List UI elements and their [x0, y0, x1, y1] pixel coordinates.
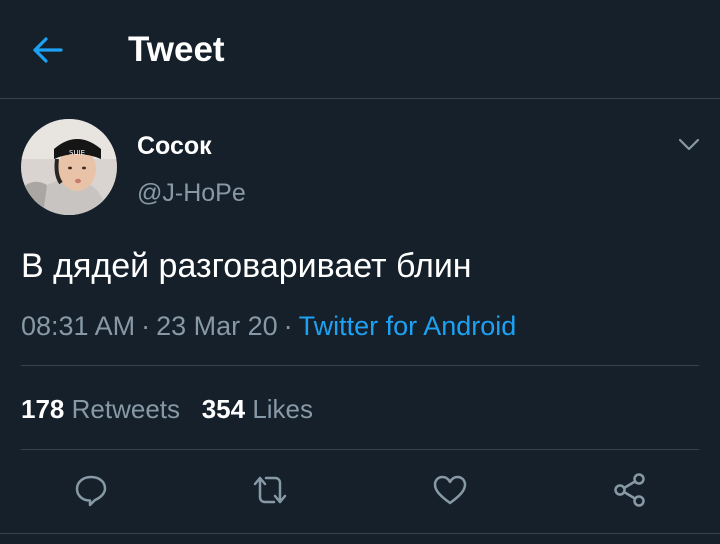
meta-separator: · [283, 311, 293, 341]
share-icon [614, 473, 645, 507]
chevron-down-icon [678, 138, 700, 151]
page-title: Tweet [128, 30, 225, 69]
retweets-count: 178 [21, 394, 65, 424]
likes-count: 354 [201, 394, 246, 424]
tweet-meta: 08:31 AM · 23 Mar 20 · Twitter for Android [21, 309, 516, 343]
meta-separator: · [141, 311, 151, 341]
tweet-text: В дядей разговаривает блин [21, 247, 472, 285]
tweet-stats: 178 Retweets 354 Likes [21, 393, 313, 425]
tweet-source-link[interactable]: Twitter for Android [299, 311, 517, 341]
tweet-action-bar [0, 466, 720, 514]
like-button[interactable] [426, 466, 474, 514]
divider [21, 449, 699, 450]
like-icon [433, 475, 467, 505]
tweet-time: 08:31 AM [21, 311, 136, 341]
retweets-stat[interactable]: 178 Retweets [21, 394, 180, 424]
retweet-button[interactable] [246, 466, 294, 514]
author-display-name[interactable]: Сосок [137, 130, 212, 162]
retweet-icon [253, 476, 287, 504]
tweet-options-button[interactable] [672, 132, 706, 158]
share-button[interactable] [606, 466, 654, 514]
avatar[interactable]: SUIE [21, 119, 117, 215]
likes-stat[interactable]: 354 Likes [202, 394, 313, 424]
retweets-label: Retweets [71, 394, 181, 424]
tweet-detail-screen: Tweet SUIE Сосок @J-HoPe В дядей разгова… [0, 0, 720, 544]
reply-icon [75, 475, 107, 507]
divider [21, 365, 699, 366]
top-app-bar: Tweet [0, 0, 720, 99]
back-button[interactable] [28, 30, 68, 70]
author-handle: @J-HoPe [137, 179, 246, 207]
tweet-date: 23 Mar 20 [156, 311, 278, 341]
reply-button[interactable] [67, 466, 115, 514]
svg-text:SUIE: SUIE [69, 149, 85, 157]
divider [0, 533, 720, 534]
likes-label: Likes [252, 394, 314, 424]
arrow-left-icon [33, 37, 63, 63]
